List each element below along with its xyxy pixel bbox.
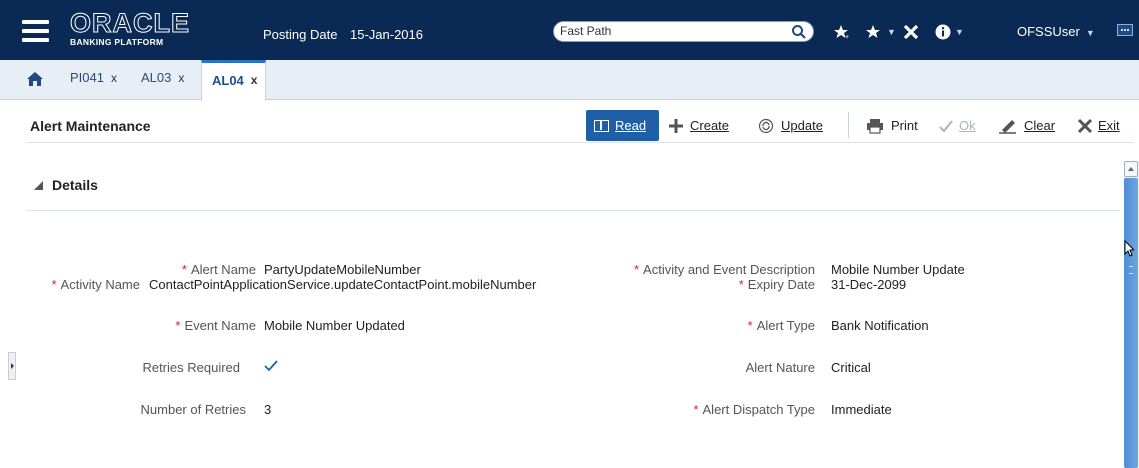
mouse-cursor-icon <box>1124 240 1134 257</box>
required-marker: * <box>693 402 699 417</box>
retries-required-label: Retries Required <box>142 360 240 375</box>
refresh-icon <box>758 118 774 133</box>
number-of-retries-label: Number of Retries <box>140 402 246 417</box>
oracle-logo: ORACLE BANKING PLATFORM <box>70 8 190 47</box>
scrollbar-thumb[interactable] <box>1124 178 1138 468</box>
eraser-icon <box>999 119 1016 134</box>
close-icon[interactable] <box>902 22 920 42</box>
chevron-down-icon: ▼ <box>1085 28 1095 38</box>
update-button[interactable]: Update <box>758 110 823 141</box>
ok-button[interactable]: Ok <box>938 110 976 141</box>
header-divider <box>26 142 1134 143</box>
alert-nature-label: Alert Nature <box>745 360 815 375</box>
top-header-bar: ORACLE BANKING PLATFORM Posting Date 15-… <box>0 0 1139 60</box>
required-marker: * <box>51 277 57 292</box>
details-divider <box>26 210 1120 211</box>
details-section-toggle[interactable]: Details <box>34 177 98 193</box>
tab-label: AL03 <box>141 70 172 85</box>
search-icon[interactable] <box>791 24 807 40</box>
create-label: Create <box>690 118 730 133</box>
exit-button[interactable]: Exit <box>1077 110 1120 141</box>
label-text: Activity and Event Description <box>643 262 815 277</box>
toolbar-divider <box>848 112 849 138</box>
retries-required-checkmark-icon <box>264 360 278 372</box>
required-marker: * <box>633 262 640 277</box>
exit-label: Exit <box>1098 118 1120 133</box>
tab-al03[interactable]: AL03 x <box>141 70 184 85</box>
tab-label: AL04 <box>212 73 244 88</box>
print-button[interactable]: Print <box>866 110 918 141</box>
chevron-down-icon: ▼ <box>955 27 964 37</box>
tab-close-icon[interactable]: x <box>251 73 258 87</box>
tab-al04[interactable]: AL04 x <box>201 60 267 101</box>
label-text: Expiry Date <box>747 277 815 292</box>
chevron-down-icon: ▼ <box>887 27 896 37</box>
page-title: Alert Maintenance <box>30 118 151 134</box>
alert-type-value: Bank Notification <box>831 318 929 333</box>
home-icon[interactable] <box>26 71 44 87</box>
user-menu[interactable]: OFSSUser ▼ <box>1017 24 1095 39</box>
alert-name-label: * Alert Name <box>182 262 256 277</box>
label-text: Alert Dispatch Type <box>702 402 815 417</box>
tab-close-icon[interactable]: x <box>111 71 117 85</box>
required-marker: * <box>747 318 753 333</box>
update-label: Update <box>781 118 823 133</box>
activity-name-value: ContactPointApplicationService.updateCon… <box>149 277 537 292</box>
info-icon[interactable]: ▼ <box>935 22 964 42</box>
clear-button[interactable]: Clear <box>998 110 1055 141</box>
event-name-label: * Event Name <box>175 318 256 333</box>
screen-icon[interactable] <box>1117 24 1133 36</box>
checkmark-icon <box>939 119 953 132</box>
book-icon <box>594 119 609 132</box>
activity-event-description-label: * Activity and Event Description <box>634 262 815 277</box>
number-of-retries-value: 3 <box>264 402 272 417</box>
print-label: Print <box>891 118 918 133</box>
clear-label: Clear <box>1024 118 1056 133</box>
create-button[interactable]: Create <box>668 110 729 141</box>
alert-type-label: * Alert Type <box>748 318 815 333</box>
tab-close-icon[interactable]: x <box>178 71 184 85</box>
read-button[interactable]: Read <box>586 110 659 141</box>
scroll-up-arrow-icon[interactable] <box>1124 161 1138 177</box>
activity-event-description-value: Mobile Number Update <box>831 262 965 277</box>
alert-name-value: PartyUpdateMobileNumber <box>264 262 421 277</box>
required-marker: * <box>175 318 181 333</box>
svg-text:+: + <box>845 34 849 40</box>
read-label: Read <box>615 118 647 133</box>
fast-path-search[interactable] <box>553 21 814 42</box>
scrollbar-grip-icon <box>1129 266 1133 274</box>
ok-label: Ok <box>959 118 976 133</box>
left-panel-collapse-handle[interactable] <box>8 352 16 380</box>
required-marker: * <box>738 277 744 292</box>
label-text: Alert Name <box>190 262 256 277</box>
print-icon <box>867 118 883 134</box>
exit-icon <box>1077 118 1093 133</box>
tab-pi041[interactable]: PI041 x <box>70 70 117 85</box>
expiry-date-value: 31-Dec-2099 <box>831 277 907 292</box>
label-text: Event Name <box>184 318 256 333</box>
fast-path-input[interactable] <box>560 24 780 38</box>
logo-wordmark: ORACLE <box>70 8 190 38</box>
favorites-icon[interactable]: ▼ <box>865 22 896 42</box>
label-text: Activity Name <box>60 277 140 292</box>
alert-dispatch-type-value: Immediate <box>831 402 892 417</box>
favorite-add-icon[interactable]: + <box>834 22 850 42</box>
expiry-date-label: * Expiry Date <box>739 277 815 292</box>
menu-icon[interactable] <box>22 20 49 42</box>
posting-date-value: 15-Jan-2016 <box>350 27 423 42</box>
logo-subtitle: BANKING PLATFORM <box>70 37 164 47</box>
plus-icon <box>669 118 683 133</box>
activity-name-label: * Activity Name <box>51 277 140 292</box>
label-text: Alert Type <box>756 318 815 333</box>
alert-dispatch-type-label: * Alert Dispatch Type <box>693 402 815 417</box>
required-marker: * <box>181 262 187 277</box>
posting-date-label: Posting Date <box>263 27 338 42</box>
user-name: OFSSUser <box>1017 24 1080 39</box>
tab-label: PI041 <box>70 70 104 85</box>
details-heading: Details <box>52 177 98 193</box>
collapse-triangle-icon <box>34 180 43 190</box>
alert-nature-value: Critical <box>831 360 871 375</box>
event-name-value: Mobile Number Updated <box>264 318 405 333</box>
tab-strip: PI041 x AL03 x AL04 x <box>0 60 1139 101</box>
